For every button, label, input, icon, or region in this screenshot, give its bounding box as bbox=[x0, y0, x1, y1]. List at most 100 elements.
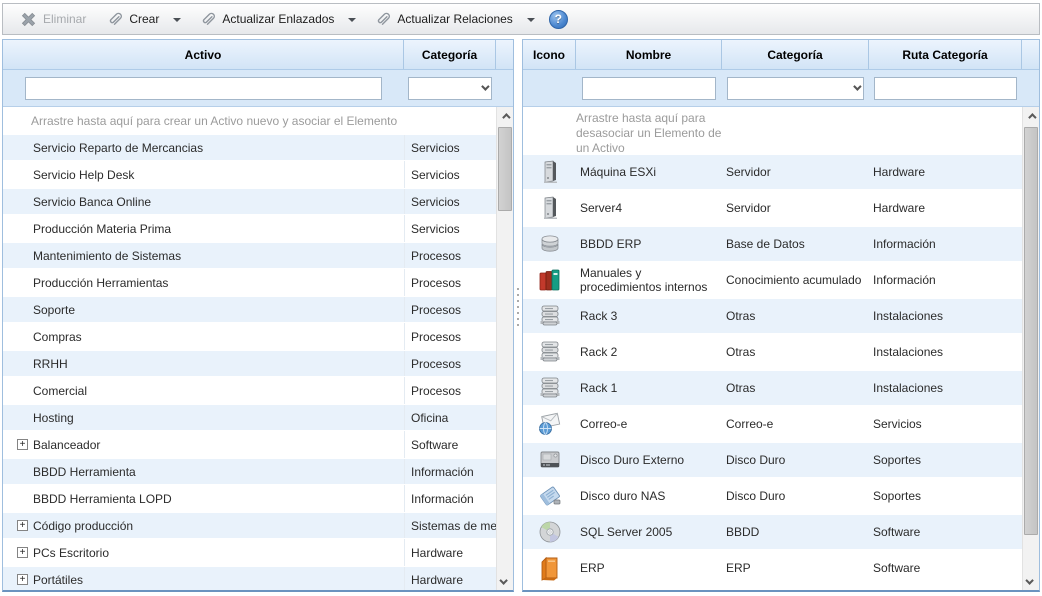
activo-table-row[interactable]: + Servicio Help Desk Servicios bbox=[3, 161, 496, 188]
help-icon[interactable]: ? bbox=[549, 10, 568, 29]
activo-table-row[interactable]: + PCs Escritorio Hardware bbox=[3, 539, 496, 566]
categoria-cell: Hardware bbox=[404, 539, 496, 566]
scroll-down-icon[interactable] bbox=[497, 573, 513, 590]
elemento-table-row[interactable]: Correo-e Correo-e Servicios bbox=[523, 406, 1022, 442]
categoria-cell: Procesos bbox=[404, 243, 496, 268]
activo-table-row[interactable]: + Producción Herramientas Procesos bbox=[3, 269, 496, 296]
elemento-ruta-categoria: Servicios bbox=[869, 417, 1022, 431]
elemento-table-row[interactable]: SQL Server 2005 BBDD Software bbox=[523, 514, 1022, 550]
scroll-down-icon[interactable] bbox=[1023, 573, 1039, 590]
activo-table-row[interactable]: + Producción Materia Prima Servicios bbox=[3, 215, 496, 242]
activo-name: BBDD Herramienta bbox=[33, 465, 136, 479]
expand-plus-icon[interactable]: + bbox=[17, 439, 28, 450]
activo-table-row[interactable]: + Soporte Procesos bbox=[3, 296, 496, 323]
activos-scrollbar[interactable] bbox=[496, 107, 513, 590]
splitter-grip-icon bbox=[517, 288, 519, 328]
categoria-cell: Procesos bbox=[404, 297, 496, 322]
activo-table-row[interactable]: + Mantenimiento de Sistemas Procesos bbox=[3, 242, 496, 269]
erp-box-icon bbox=[523, 555, 576, 581]
activo-table-row[interactable]: + Servicio Reparto de Mercancias Servici… bbox=[3, 134, 496, 161]
elemento-categoria: Conocimiento acumulado bbox=[722, 273, 869, 287]
update-linked-button[interactable]: Actualizar Enlazados bbox=[191, 7, 342, 31]
categoria-cell: Procesos bbox=[404, 377, 496, 404]
elemento-table-row[interactable]: Disco Duro Externo Disco Duro Soportes bbox=[523, 442, 1022, 478]
paperclip-icon bbox=[199, 11, 215, 27]
categoria-cell: Oficina bbox=[404, 405, 496, 430]
elemento-table-row[interactable]: Manuales y procedimientos internos Conoc… bbox=[523, 262, 1022, 298]
categoria2-filter-select[interactable] bbox=[727, 77, 864, 100]
activos-drop-zone[interactable]: Arrastre hasta aquí para crear un Activo… bbox=[3, 107, 496, 134]
delete-x-icon bbox=[21, 12, 36, 27]
elemento-categoria: BBDD bbox=[722, 525, 869, 539]
activo-table-row[interactable]: + Portátiles Hardware bbox=[3, 566, 496, 590]
server-icon bbox=[523, 159, 576, 185]
activo-cell: + Código producción bbox=[3, 519, 404, 533]
activo-table-row[interactable]: + RRHH Procesos bbox=[3, 350, 496, 377]
column-header-categoria[interactable]: Categoría bbox=[404, 40, 496, 69]
activo-table-row[interactable]: + BBDD Herramienta LOPD Información bbox=[3, 485, 496, 512]
elemento-table-row[interactable]: Rack 1 Otras Instalaciones bbox=[523, 370, 1022, 406]
elemento-categoria: Otras bbox=[722, 309, 869, 323]
update-linked-button-label: Actualizar Enlazados bbox=[222, 12, 334, 26]
elemento-table-row[interactable]: Rack 2 Otras Instalaciones bbox=[523, 334, 1022, 370]
activo-table-row[interactable]: + Servicio Banca Online Servicios bbox=[3, 188, 496, 215]
create-button[interactable]: Crear bbox=[98, 7, 167, 31]
column-header-nombre[interactable]: Nombre bbox=[576, 40, 722, 69]
activo-table-row[interactable]: + Código producción Sistemas de medición bbox=[3, 512, 496, 539]
update-linked-dropdown-caret-icon[interactable] bbox=[348, 18, 356, 22]
categoria-cell: Procesos bbox=[404, 269, 496, 296]
elementos-header-row: Icono Nombre Categoría Ruta Categoría bbox=[523, 40, 1039, 70]
elemento-table-row[interactable]: Máquina ESXi Servidor Hardware bbox=[523, 154, 1022, 190]
activo-table-row[interactable]: + Comercial Procesos bbox=[3, 377, 496, 404]
expand-plus-icon[interactable]: + bbox=[17, 547, 28, 558]
activo-table-row[interactable]: + Compras Procesos bbox=[3, 323, 496, 350]
categoria-filter-select[interactable] bbox=[408, 77, 492, 100]
column-header-activo[interactable]: Activo bbox=[3, 40, 404, 69]
elementos-scrollbar[interactable] bbox=[1022, 107, 1039, 590]
categoria-cell: Servicios bbox=[404, 161, 496, 188]
harddisk-icon bbox=[523, 447, 576, 473]
update-relations-button[interactable]: Actualizar Relaciones bbox=[366, 7, 520, 31]
categoria-cell: Información bbox=[404, 485, 496, 512]
update-relations-dropdown-caret-icon[interactable] bbox=[527, 18, 535, 22]
activo-table-row[interactable]: + Balanceador Software bbox=[3, 431, 496, 458]
activo-cell: + Comercial bbox=[3, 384, 404, 398]
elementos-panel: Icono Nombre Categoría Ruta Categoría bbox=[522, 39, 1040, 592]
create-dropdown-caret-icon[interactable] bbox=[173, 18, 181, 22]
activo-filter-input[interactable] bbox=[25, 77, 382, 100]
activo-name: Servicio Help Desk bbox=[33, 168, 134, 182]
scrollbar-thumb[interactable] bbox=[1024, 127, 1038, 535]
column-header-ruta-categoria[interactable]: Ruta Categoría bbox=[869, 40, 1022, 69]
elemento-table-row[interactable]: Disco duro NAS Disco Duro Soportes bbox=[523, 478, 1022, 514]
elemento-table-row[interactable]: BBDD ERP Base de Datos Información bbox=[523, 226, 1022, 262]
expand-plus-icon[interactable]: + bbox=[17, 520, 28, 531]
activo-name: PCs Escritorio bbox=[33, 546, 109, 560]
elemento-table-row[interactable]: ERP ERP Software bbox=[523, 550, 1022, 586]
scrollbar-thumb[interactable] bbox=[498, 127, 512, 211]
ruta-categoria-filter-input[interactable] bbox=[874, 77, 1017, 100]
elemento-ruta-categoria: Información bbox=[869, 237, 1022, 251]
scroll-up-icon[interactable] bbox=[497, 107, 513, 124]
activo-cell: + Soporte bbox=[3, 303, 404, 317]
categoria-cell: Información bbox=[404, 459, 496, 484]
categoria-cell: Servicios bbox=[404, 215, 496, 242]
column-header-categoria2[interactable]: Categoría bbox=[722, 40, 869, 69]
expand-plus-icon[interactable]: + bbox=[17, 574, 28, 585]
elemento-nombre: SQL Server 2005 bbox=[576, 523, 722, 541]
activo-table-row[interactable]: + BBDD Herramienta Información bbox=[3, 458, 496, 485]
elemento-table-row[interactable]: Rack 3 Otras Instalaciones bbox=[523, 298, 1022, 334]
scroll-up-icon[interactable] bbox=[1023, 107, 1039, 124]
elemento-table-row[interactable]: Server4 Servidor Hardware bbox=[523, 190, 1022, 226]
activo-cell: + Producción Herramientas bbox=[3, 276, 404, 290]
activo-cell: + Mantenimiento de Sistemas bbox=[3, 249, 404, 263]
elementos-drop-zone[interactable]: Arrastre hasta aquí para desasociar un E… bbox=[523, 107, 1022, 154]
delete-button[interactable]: Eliminar bbox=[13, 8, 94, 31]
activo-cell: + BBDD Herramienta LOPD bbox=[3, 492, 404, 506]
nombre-filter-input[interactable] bbox=[582, 77, 716, 100]
elemento-ruta-categoria: Software bbox=[869, 561, 1022, 575]
activo-cell: + Compras bbox=[3, 330, 404, 344]
activo-name: Hosting bbox=[33, 411, 74, 425]
panel-splitter[interactable] bbox=[514, 39, 522, 592]
column-header-icono[interactable]: Icono bbox=[523, 40, 576, 69]
activo-table-row[interactable]: + Hosting Oficina bbox=[3, 404, 496, 431]
